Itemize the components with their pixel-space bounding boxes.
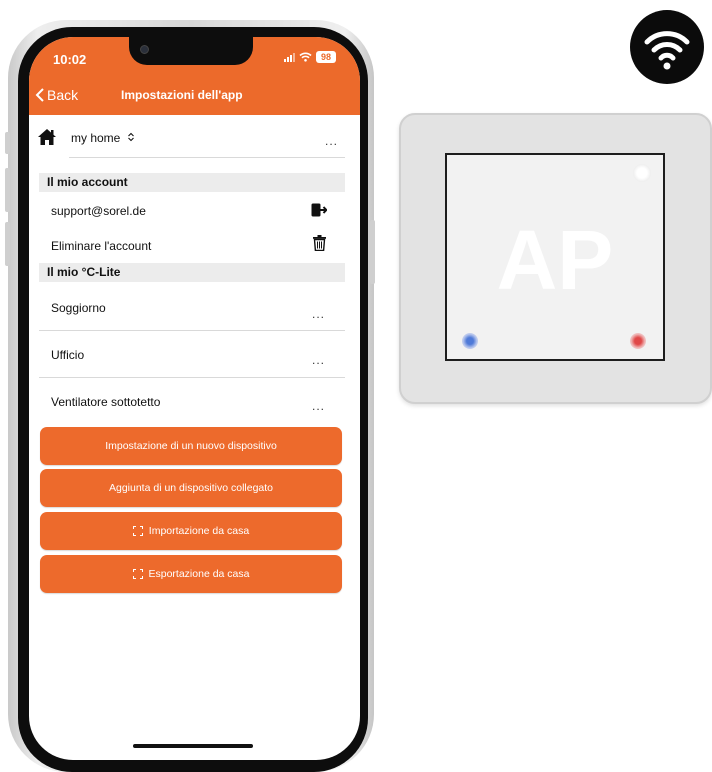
- device-name: Ufficio: [51, 348, 85, 362]
- status-led-white: [633, 164, 651, 182]
- back-button[interactable]: Back: [35, 87, 78, 103]
- house-icon: [38, 129, 56, 145]
- home-more-button[interactable]: ...: [325, 134, 338, 148]
- export-home-button[interactable]: Esportazione da casa: [40, 555, 342, 593]
- home-selector[interactable]: my home ...: [29, 122, 360, 156]
- phone-volume-up: [5, 168, 10, 212]
- device-name: Soggiorno: [51, 301, 106, 315]
- battery-indicator: 98: [316, 51, 336, 63]
- device-more-button[interactable]: ...: [312, 353, 325, 367]
- wifi-status-icon: [299, 52, 312, 62]
- home-name: my home: [71, 131, 135, 145]
- status-time: 10:02: [53, 52, 87, 67]
- divider: [39, 377, 345, 378]
- app-header: 10:02 98 Back Impostazioni dell'app: [29, 37, 360, 115]
- back-label: Back: [47, 87, 79, 103]
- scan-icon: [132, 569, 143, 579]
- device-name: Ventilatore sottotetto: [51, 395, 161, 409]
- status-led-red: [630, 333, 646, 349]
- phone-screen: 10:02 98 Back Impostazioni dell'app my h…: [29, 37, 360, 760]
- status-led-blue: [462, 333, 478, 349]
- new-device-button[interactable]: Impostazione di un nuovo dispositivo: [40, 427, 342, 465]
- device-more-button[interactable]: ...: [312, 307, 325, 321]
- status-icons: 98: [284, 51, 336, 63]
- signal-icon: [284, 52, 295, 62]
- front-camera: [140, 45, 149, 54]
- scan-icon: [132, 526, 143, 536]
- chevron-left-icon: [35, 88, 44, 102]
- phone-volume-down: [5, 222, 10, 266]
- account-section-header: Il mio account: [39, 173, 345, 192]
- logout-icon[interactable]: [311, 203, 327, 217]
- devices-section-header: Il mio °C-Lite: [39, 263, 345, 282]
- ap-mode-label: AP: [496, 213, 614, 307]
- delete-account-label[interactable]: Eliminare l'account: [51, 239, 151, 253]
- page-title: Impostazioni dell'app: [121, 88, 243, 102]
- wifi-icon: [644, 31, 690, 70]
- phone-power-button: [370, 220, 375, 284]
- import-home-button[interactable]: Importazione da casa: [40, 512, 342, 550]
- device-more-button[interactable]: ...: [312, 399, 325, 413]
- chevron-up-down-icon: [127, 132, 134, 142]
- divider: [69, 157, 345, 158]
- home-indicator: [133, 744, 253, 748]
- account-email: support@sorel.de: [51, 204, 146, 218]
- phone-mute-switch: [5, 132, 10, 154]
- divider: [39, 330, 345, 331]
- add-linked-device-button[interactable]: Aggiunta di un dispositivo collegato: [40, 469, 342, 507]
- trash-icon[interactable]: [313, 235, 326, 251]
- wifi-badge: [630, 10, 704, 84]
